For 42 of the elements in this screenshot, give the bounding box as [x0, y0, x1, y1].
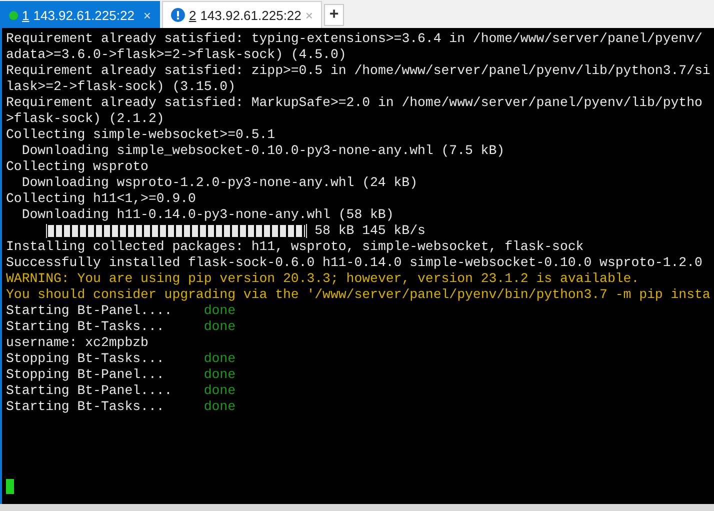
terminal-line: username: xc2mpbzb	[6, 335, 148, 351]
terminal-line: Requirement already satisfied: MarkupSafe>=2.0 in /home/www/server/panel/pyenv/lib/pytho	[6, 95, 702, 111]
warning-line: WARNING: You are using pip version 20.3.3; however, version 23.1.2 is available.	[6, 271, 640, 287]
service-message: Starting Bt-Panel....	[6, 383, 174, 399]
terminal-line: Collecting wsproto	[6, 159, 148, 175]
service-message: Starting Bt-Tasks...	[6, 319, 166, 335]
terminal-line: lask>=2->flask-sock) (3.15.0)	[6, 79, 236, 95]
alert-icon	[171, 8, 185, 22]
terminal-line: Downloading h11-0.14.0-py3-none-any.whl (58 kB)	[22, 207, 394, 223]
status-text: done	[204, 383, 236, 399]
tab-title: 143.92.61.225:22	[33, 8, 136, 22]
status-text: done	[204, 367, 236, 383]
progress-reading: 58 kB 145 kB/s	[314, 223, 426, 239]
service-message: Stopping Bt-Tasks...	[6, 351, 166, 367]
session-tab[interactable]: 2 143.92.61.225:22 ×	[162, 1, 322, 28]
new-tab-button[interactable]: +	[324, 4, 344, 26]
tab-title: 143.92.61.225:22	[200, 8, 302, 22]
service-message: Starting Bt-Tasks...	[6, 399, 166, 415]
terminal-line: adata>=3.6.0->flask>=2->flask-sock) (4.5.0)	[6, 47, 346, 63]
status-text: done	[204, 303, 236, 319]
terminal-line: Requirement already satisfied: typing-extensions>=3.6.4 in /home/www/server/panel/pyenv/	[6, 31, 702, 47]
service-message: Stopping Bt-Panel...	[6, 367, 166, 383]
terminal-line: >flask-sock) (2.1.2)	[6, 111, 164, 127]
terminal-line: Successfully installed flask-sock-0.6.0 h11-0.14.0 simple-websocket-0.10.0 wsproto-1.2.0	[6, 255, 702, 271]
text-cursor	[6, 479, 14, 494]
close-icon[interactable]: ×	[143, 8, 151, 22]
status-text: done	[204, 399, 236, 415]
terminal-line: Collecting simple-websocket>=0.5.1	[6, 127, 276, 143]
tab-number: 2	[188, 8, 196, 22]
terminal-line: Requirement already satisfied: zipp>=0.5 in /home/www/server/panel/pyenv/lib/python3.7/si	[6, 63, 710, 79]
terminal-line: Downloading wsproto-1.2.0-py3-none-any.whl (24 kB)	[22, 175, 418, 191]
warning-line: You should consider upgrading via the '/www/server/panel/pyenv/bin/python3.7 -m pip insta	[6, 287, 710, 303]
status-text: done	[204, 351, 236, 367]
connected-dot-icon	[9, 10, 18, 20]
terminal-line: Installing collected packages: h11, wsproto, simple-websocket, flask-sock	[6, 239, 584, 255]
service-message: Starting Bt-Panel....	[6, 303, 174, 319]
tab-number: 1	[22, 8, 30, 22]
status-text: done	[204, 319, 236, 335]
close-icon[interactable]: ×	[305, 8, 313, 22]
session-tab[interactable]: 1 143.92.61.225:22 ×	[0, 1, 160, 28]
terminal-line: Downloading simple_websocket-0.10.0-py3-none-any.whl (7.5 kB)	[22, 143, 505, 159]
terminal-line: Collecting h11<1,>=0.9.0	[6, 191, 196, 207]
